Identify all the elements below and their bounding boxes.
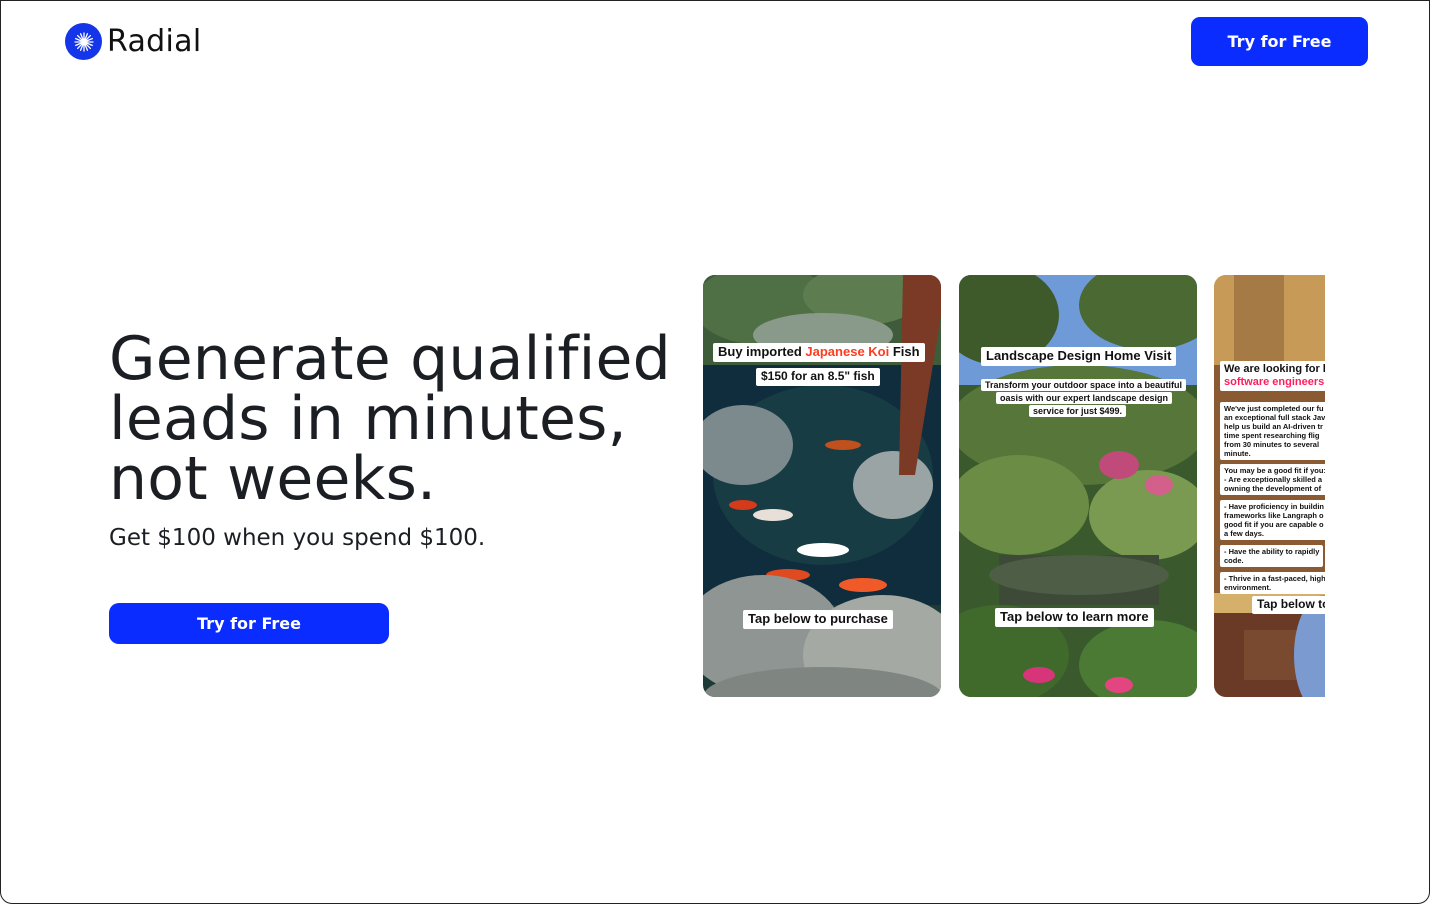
jobs-line: an exceptional full stack Jav [1224, 413, 1325, 422]
jobs-para-4: - Have the ability to rapidly code. [1220, 545, 1324, 567]
koi-price: $150 for an 8.5" fish [756, 368, 880, 386]
garden-image [959, 275, 1197, 697]
jobs-line: environment. [1224, 583, 1272, 592]
jobs-para-5: - Thrive in a fast-paced, high environme… [1220, 572, 1325, 594]
landscape-headline: Landscape Design Home Visit [981, 347, 1177, 366]
hero-title-line: leads in minutes, [109, 384, 627, 454]
page-frame: Radial Try for Free Generate qualified l… [0, 0, 1430, 904]
jobs-headline: We are looking for l software engineers [1220, 361, 1325, 392]
hero-title: Generate qualified leads in minutes, not… [109, 329, 709, 509]
logo[interactable]: Radial [65, 23, 201, 60]
logo-text: Radial [107, 23, 202, 59]
jobs-line: good fit if you are capable o [1224, 520, 1324, 529]
ad-carousel: Buy imported Japanese Koi Fish $150 for … [703, 275, 1325, 697]
jobs-headline-highlight: software engineers [1224, 376, 1325, 389]
hero-title-line: Generate qualified [109, 324, 671, 394]
jobs-line: You may be a good fit if you: [1224, 466, 1325, 475]
koi-headline-post: Fish [889, 344, 920, 359]
jobs-line: - Have proficiency in buildin [1224, 502, 1325, 511]
ad-card-jobs[interactable]: We are looking for l software engineers … [1214, 275, 1325, 697]
koi-headline-highlight: Japanese Koi [805, 344, 890, 359]
starburst-icon [65, 23, 102, 60]
landscape-body-line: Transform your outdoor space into a beau… [981, 379, 1187, 392]
jobs-para-2: You may be a good fit if you: - Are exce… [1220, 464, 1325, 495]
jobs-line: code. [1224, 556, 1244, 565]
hero-title-line: not weeks. [109, 444, 437, 514]
header-try-free-button[interactable]: Try for Free [1191, 17, 1368, 66]
koi-headline-pre: Buy imported [718, 344, 806, 359]
jobs-line: - Thrive in a fast-paced, high [1224, 574, 1325, 583]
jobs-line: frameworks like Langraph o [1224, 511, 1324, 520]
koi-pond-image [703, 275, 941, 697]
ad-card-koi[interactable]: Buy imported Japanese Koi Fish $150 for … [703, 275, 941, 697]
jobs-line: minute. [1224, 449, 1251, 458]
jobs-line: - Have the ability to rapidly [1224, 547, 1320, 556]
koi-headline: Buy imported Japanese Koi Fish [713, 343, 925, 362]
landscape-body-line: oasis with our expert landscape design [996, 392, 1173, 405]
jobs-line: We've just completed our fu [1224, 404, 1324, 413]
jobs-line: a few days. [1224, 529, 1265, 538]
koi-footer: Tap below to purchase [743, 610, 893, 629]
ad-card-landscape[interactable]: Landscape Design Home Visit Transform yo… [959, 275, 1197, 697]
jobs-para-3: - Have proficiency in buildin frameworks… [1220, 500, 1325, 540]
jobs-line: owning the development of [1224, 484, 1322, 493]
landscape-footer: Tap below to learn more [995, 608, 1154, 627]
jobs-line: help us build an AI-driven tr [1224, 422, 1323, 431]
jobs-line: from 30 minutes to several [1224, 440, 1320, 449]
jobs-footer: Tap below to [1252, 596, 1325, 614]
jobs-line: - Are exceptionally skilled a [1224, 475, 1323, 484]
hero-subtitle: Get $100 when you spend $100. [109, 525, 486, 551]
jobs-line: time spent researching flig [1224, 431, 1320, 440]
landscape-body-line: service for just $499. [1029, 405, 1127, 418]
jobs-para-1: We've just completed our fu an exception… [1220, 402, 1325, 460]
hero-try-free-button[interactable]: Try for Free [109, 603, 389, 644]
jobs-headline-text: We are looking for l [1224, 363, 1325, 375]
